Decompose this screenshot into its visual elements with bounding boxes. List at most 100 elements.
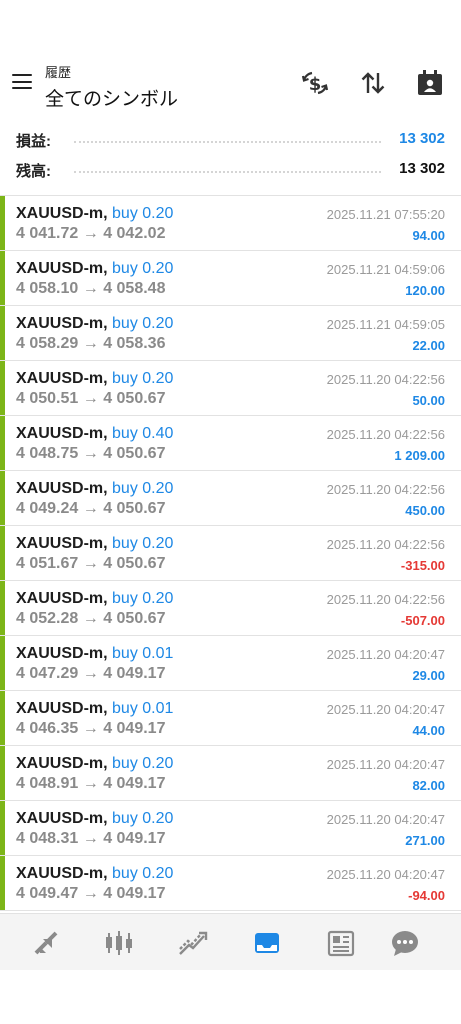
trade-prices: 4 052.28 → 4 050.67 (16, 610, 165, 628)
trade-profit: 82.00 (412, 778, 445, 793)
buy-indicator-bar (0, 306, 5, 360)
close-price: 4 049.17 (103, 830, 166, 847)
trade-side: buy 0.20 (112, 205, 174, 222)
trade-time: 2025.11.21 04:59:06 (326, 262, 445, 277)
trade-time: 2025.11.20 04:20:47 (326, 812, 445, 827)
trade-profit: 120.00 (405, 283, 445, 298)
symbol-name: XAUUSD-m, (16, 810, 108, 827)
arrow-icon: → (82, 885, 99, 902)
balance-row: 残高: 13 302 (0, 158, 461, 180)
arrow-icon: → (82, 335, 99, 352)
symbol-name: XAUUSD-m, (16, 535, 108, 552)
trade-side: buy 0.20 (112, 260, 174, 277)
open-price: 4 050.51 (16, 390, 79, 407)
app-header: 履歴 全てのシンボル $ (0, 52, 461, 118)
close-price: 4 049.17 (103, 720, 166, 737)
trade-row[interactable]: XAUUSD-m, buy 0.20 4 041.72 → 4 042.02 202… (0, 196, 461, 251)
open-price: 4 058.10 (16, 280, 79, 297)
profit-row: 損益: 13 302 (0, 128, 461, 150)
trade-row[interactable]: XAUUSD-m, buy 0.20 4 058.10 → 4 058.48 202… (0, 251, 461, 306)
trade-symbol: XAUUSD-m, buy 0.20 (16, 205, 173, 223)
trade-profit: 44.00 (412, 723, 445, 738)
symbol-name: XAUUSD-m, (16, 370, 108, 387)
trade-symbol: XAUUSD-m, buy 0.20 (16, 480, 173, 498)
sort-icon[interactable] (358, 68, 388, 98)
arrow-icon: → (82, 720, 99, 737)
quotes-icon[interactable] (30, 927, 62, 959)
trade-row[interactable]: XAUUSD-m, buy 0.20 4 052.28 → 4 050.67 202… (0, 581, 461, 636)
page-title[interactable]: 全てのシンボル (45, 84, 178, 111)
arrow-icon: → (82, 225, 99, 242)
trade-time: 2025.11.20 04:22:56 (326, 482, 445, 497)
trade-profit: 50.00 (412, 393, 445, 408)
close-price: 4 050.67 (103, 555, 166, 572)
arrow-icon: → (82, 610, 99, 627)
trade-profit: 450.00 (405, 503, 445, 518)
symbol-name: XAUUSD-m, (16, 590, 108, 607)
buy-indicator-bar (0, 361, 5, 415)
open-price: 4 048.75 (16, 445, 79, 462)
history-icon[interactable] (251, 927, 283, 959)
trade-row[interactable]: XAUUSD-m, buy 0.20 4 048.31 → 4 049.17 202… (0, 801, 461, 856)
trade-side: buy 0.20 (112, 315, 174, 332)
trade-profit: 1 209.00 (394, 448, 445, 463)
trade-side: buy 0.20 (112, 810, 174, 827)
trade-prices: 4 041.72 → 4 042.02 (16, 225, 165, 243)
chat-icon[interactable] (389, 927, 421, 959)
balance-value: 13 302 (399, 160, 445, 177)
close-price: 4 058.48 (103, 280, 166, 297)
trade-row[interactable]: XAUUSD-m, buy 0.20 4 051.67 → 4 050.67 202… (0, 526, 461, 581)
trade-time: 2025.11.20 04:20:47 (326, 867, 445, 882)
symbol-name: XAUUSD-m, (16, 700, 108, 717)
trade-side: buy 0.20 (112, 590, 174, 607)
trade-icon[interactable] (177, 927, 209, 959)
symbol-name: XAUUSD-m, (16, 315, 108, 332)
trade-prices: 4 051.67 → 4 050.67 (16, 555, 165, 573)
trade-side: buy 0.20 (112, 755, 174, 772)
symbol-name: XAUUSD-m, (16, 480, 108, 497)
open-price: 4 052.28 (16, 610, 79, 627)
buy-indicator-bar (0, 746, 5, 800)
trade-row[interactable]: XAUUSD-m, buy 0.01 4 047.29 → 4 049.17 202… (0, 636, 461, 691)
trade-prices: 4 058.29 → 4 058.36 (16, 335, 165, 353)
arrow-icon: → (82, 775, 99, 792)
trade-history-list[interactable]: XAUUSD-m, buy 0.20 4 041.72 → 4 042.02 202… (0, 195, 461, 911)
close-price: 4 049.17 (103, 775, 166, 792)
trade-profit: -507.00 (400, 613, 445, 628)
close-price: 4 042.02 (103, 225, 166, 242)
close-price: 4 058.36 (103, 335, 166, 352)
menu-icon[interactable] (12, 74, 32, 90)
trade-row[interactable]: XAUUSD-m, buy 0.20 4 049.24 → 4 050.67 202… (0, 471, 461, 526)
calendar-icon[interactable] (415, 68, 445, 98)
balance-label: 残高: (16, 163, 51, 180)
trade-side: buy 0.40 (112, 425, 174, 442)
trade-side: buy 0.20 (112, 865, 174, 882)
trade-time: 2025.11.20 04:20:47 (326, 702, 445, 717)
trade-row[interactable]: XAUUSD-m, buy 0.40 4 048.75 → 4 050.67 202… (0, 416, 461, 471)
trade-row[interactable]: XAUUSD-m, buy 0.20 4 049.47 → 4 049.17 202… (0, 856, 461, 911)
trade-time: 2025.11.21 07:55:20 (326, 207, 445, 222)
currency-exchange-icon[interactable]: $ (300, 68, 330, 98)
trade-row[interactable]: XAUUSD-m, buy 0.20 4 050.51 → 4 050.67 202… (0, 361, 461, 416)
trade-prices: 4 049.24 → 4 050.67 (16, 500, 165, 518)
trade-symbol: XAUUSD-m, buy 0.20 (16, 535, 173, 553)
trade-side: buy 0.01 (112, 700, 174, 717)
trade-row[interactable]: XAUUSD-m, buy 0.20 4 048.91 → 4 049.17 202… (0, 746, 461, 801)
balance-dots (74, 171, 381, 173)
close-price: 4 050.67 (103, 500, 166, 517)
trade-row[interactable]: XAUUSD-m, buy 0.20 4 058.29 → 4 058.36 202… (0, 306, 461, 361)
buy-indicator-bar (0, 801, 5, 855)
news-icon[interactable] (325, 927, 357, 959)
profit-label: 損益: (16, 133, 51, 150)
close-price: 4 050.67 (103, 445, 166, 462)
chart-icon[interactable] (103, 927, 135, 959)
trade-symbol: XAUUSD-m, buy 0.01 (16, 645, 173, 663)
trade-time: 2025.11.20 04:22:56 (326, 427, 445, 442)
buy-indicator-bar (0, 471, 5, 525)
buy-indicator-bar (0, 856, 5, 910)
trade-prices: 4 048.91 → 4 049.17 (16, 775, 165, 793)
symbol-name: XAUUSD-m, (16, 865, 108, 882)
trade-symbol: XAUUSD-m, buy 0.20 (16, 865, 173, 883)
trade-row[interactable]: XAUUSD-m, buy 0.01 4 046.35 → 4 049.17 202… (0, 691, 461, 746)
arrow-icon: → (82, 390, 99, 407)
